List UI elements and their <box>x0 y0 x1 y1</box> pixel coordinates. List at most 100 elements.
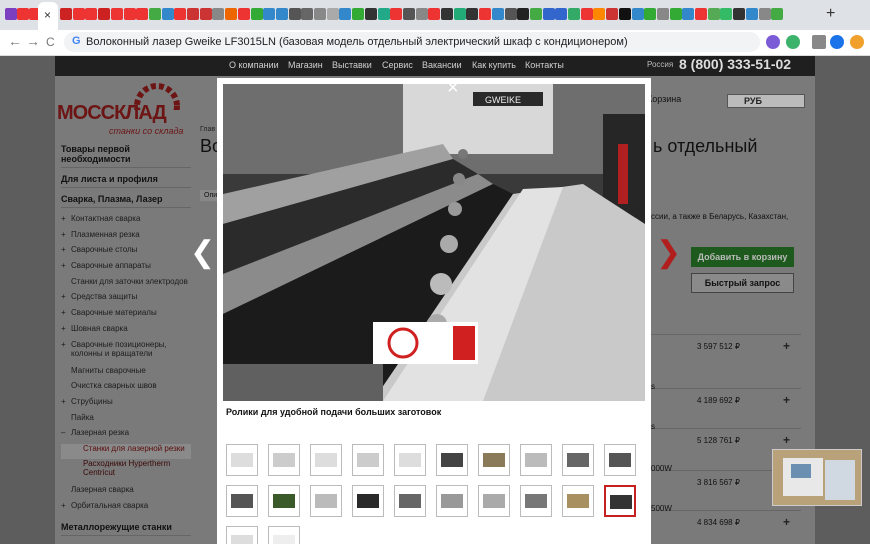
sidebar-item[interactable]: + Сварочные аппараты <box>61 261 191 277</box>
browser-tab-favicon[interactable] <box>580 8 593 20</box>
close-icon[interactable]: × <box>447 78 459 98</box>
browser-tab-favicon[interactable] <box>593 8 606 20</box>
back-icon[interactable]: ← <box>8 33 22 49</box>
browser-tab-favicon[interactable] <box>529 8 542 20</box>
gallery-thumbnail[interactable] <box>352 485 384 517</box>
gallery-thumbnail[interactable] <box>226 485 258 517</box>
next-arrow-icon[interactable]: ❯ <box>656 235 681 270</box>
sidebar-item[interactable]: Магниты сварочные <box>61 366 191 382</box>
sidebar-item[interactable]: Пайка <box>61 413 191 429</box>
browser-tab-favicon[interactable] <box>618 8 631 20</box>
nav-item-vacancies[interactable]: Вакансии <box>422 60 462 70</box>
browser-tab-favicon[interactable] <box>275 8 288 20</box>
browser-tab-favicon[interactable] <box>301 8 314 20</box>
gallery-thumbnail[interactable] <box>478 444 510 476</box>
browser-tab-favicon[interactable] <box>288 8 301 20</box>
gallery-thumbnail[interactable] <box>268 444 300 476</box>
browser-tab-favicon[interactable] <box>720 8 733 20</box>
gallery-thumbnail[interactable] <box>310 485 342 517</box>
add-to-cart-button[interactable]: Добавить в корзину <box>691 247 794 267</box>
browser-tab-favicon[interactable] <box>644 8 657 20</box>
gallery-thumbnail[interactable] <box>394 444 426 476</box>
gallery-thumbnail[interactable] <box>562 444 594 476</box>
gallery-thumbnail[interactable] <box>268 526 300 544</box>
gallery-thumbnail[interactable] <box>436 444 468 476</box>
reload-icon[interactable]: C <box>46 35 55 49</box>
sidebar-heading[interactable]: Для листа и профиля <box>61 174 191 188</box>
gallery-thumbnail[interactable] <box>520 444 552 476</box>
gallery-thumbnail[interactable] <box>226 444 258 476</box>
add-variant-plus-icon[interactable]: + <box>783 393 790 407</box>
browser-tab-favicon[interactable] <box>606 8 619 20</box>
nav-item-how-to-buy[interactable]: Как купить <box>472 60 516 70</box>
sidebar-item[interactable]: – Лазерная резка <box>61 428 191 444</box>
browser-tab-favicon[interactable] <box>352 8 365 20</box>
sidebar-item[interactable]: + Сварочные материалы <box>61 308 191 324</box>
variant-label[interactable]: s <box>651 382 655 391</box>
browser-tab-favicon[interactable] <box>98 8 111 20</box>
url-text[interactable]: Волоконный лазер Gweike LF3015LN (базова… <box>86 36 628 48</box>
sidebar-item[interactable]: + Сварочные позиционеры, колонны и вращат… <box>61 340 191 366</box>
browser-tab-favicon[interactable] <box>758 8 771 20</box>
variant-label[interactable]: s <box>651 422 655 431</box>
sidebar-heading[interactable]: Сварка, Плазма, Лазер <box>61 194 191 208</box>
sidebar-item[interactable]: + Струбцины <box>61 397 191 413</box>
browser-tab-favicon[interactable] <box>402 8 415 20</box>
browser-tab-favicon[interactable] <box>72 8 85 20</box>
sidebar-item[interactable]: + Орбитальная сварка <box>61 501 191 517</box>
gallery-thumbnail[interactable] <box>562 485 594 517</box>
browser-tab-favicon[interactable] <box>441 8 453 20</box>
gallery-thumbnail[interactable] <box>352 444 384 476</box>
browser-tab-favicon[interactable] <box>225 8 238 20</box>
browser-tab-favicon[interactable] <box>453 8 466 20</box>
nav-item-shop[interactable]: Магазин <box>288 60 323 70</box>
cart-link[interactable]: Корзина <box>647 94 681 104</box>
browser-tab-favicon[interactable] <box>339 8 352 20</box>
nav-item-about[interactable]: О компании <box>229 60 279 70</box>
new-tab-button[interactable]: + <box>826 5 835 23</box>
browser-tab-favicon[interactable] <box>479 8 492 20</box>
site-logo[interactable]: МОССКЛАД станки со склада <box>57 80 191 136</box>
browser-tab-favicon[interactable] <box>568 8 580 20</box>
browser-tab-favicon[interactable] <box>17 8 29 20</box>
browser-tab-favicon[interactable] <box>314 8 326 20</box>
gallery-thumbnail[interactable] <box>436 485 468 517</box>
breadcrumb[interactable]: Глав <box>200 126 215 133</box>
browser-tab-favicon[interactable] <box>377 8 390 20</box>
browser-tab-favicon[interactable] <box>428 8 441 20</box>
browser-tab-favicon[interactable] <box>364 8 377 20</box>
close-tab-icon[interactable]: × <box>44 8 51 22</box>
gallery-thumbnail[interactable] <box>520 485 552 517</box>
browser-tab-favicon[interactable] <box>5 8 17 20</box>
prev-arrow-icon[interactable]: ❮ <box>190 235 215 270</box>
browser-tab-favicon[interactable] <box>390 8 403 20</box>
region-label[interactable]: Россия <box>647 60 673 69</box>
extension-icon[interactable] <box>786 35 800 49</box>
browser-tab-favicon[interactable] <box>187 8 199 20</box>
sidebar-item[interactable]: Очистка сварных швов <box>61 381 191 397</box>
gallery-thumbnail[interactable] <box>394 485 426 517</box>
add-variant-plus-icon[interactable]: + <box>783 515 790 529</box>
sidebar-heading[interactable]: Товары первой необходимости <box>61 144 191 168</box>
browser-tab-favicon[interactable] <box>263 8 276 20</box>
sidebar-subitem-laser-cutters[interactable]: Станки для лазерной резки <box>61 443 191 459</box>
nav-item-service[interactable]: Сервис <box>382 60 413 70</box>
add-variant-plus-icon[interactable]: + <box>783 339 790 353</box>
browser-tab-favicon[interactable] <box>707 8 720 20</box>
picture-in-picture-preview[interactable] <box>772 449 862 506</box>
extension-icon[interactable] <box>850 35 864 49</box>
browser-tab-favicon[interactable] <box>161 8 174 20</box>
variant-label[interactable]: 000W <box>651 464 672 473</box>
gallery-thumbnail[interactable] <box>310 444 342 476</box>
browser-tab-favicon[interactable] <box>212 8 225 20</box>
sidebar-item[interactable]: Лазерная сварка <box>61 485 191 501</box>
sidebar-heading[interactable]: Металлорежущие станки <box>61 522 191 537</box>
menu-list-icon[interactable] <box>812 35 826 49</box>
browser-tab-favicon[interactable] <box>326 8 339 20</box>
browser-tab-favicon[interactable] <box>136 8 149 20</box>
browser-tab-favicon[interactable] <box>504 8 517 20</box>
phone-number[interactable]: 8 (800) 333-51-02 <box>679 56 791 72</box>
gallery-thumbnail[interactable] <box>226 526 258 544</box>
sidebar-item[interactable]: + Контактная сварка <box>61 214 191 230</box>
browser-tab-favicon[interactable] <box>542 8 555 20</box>
